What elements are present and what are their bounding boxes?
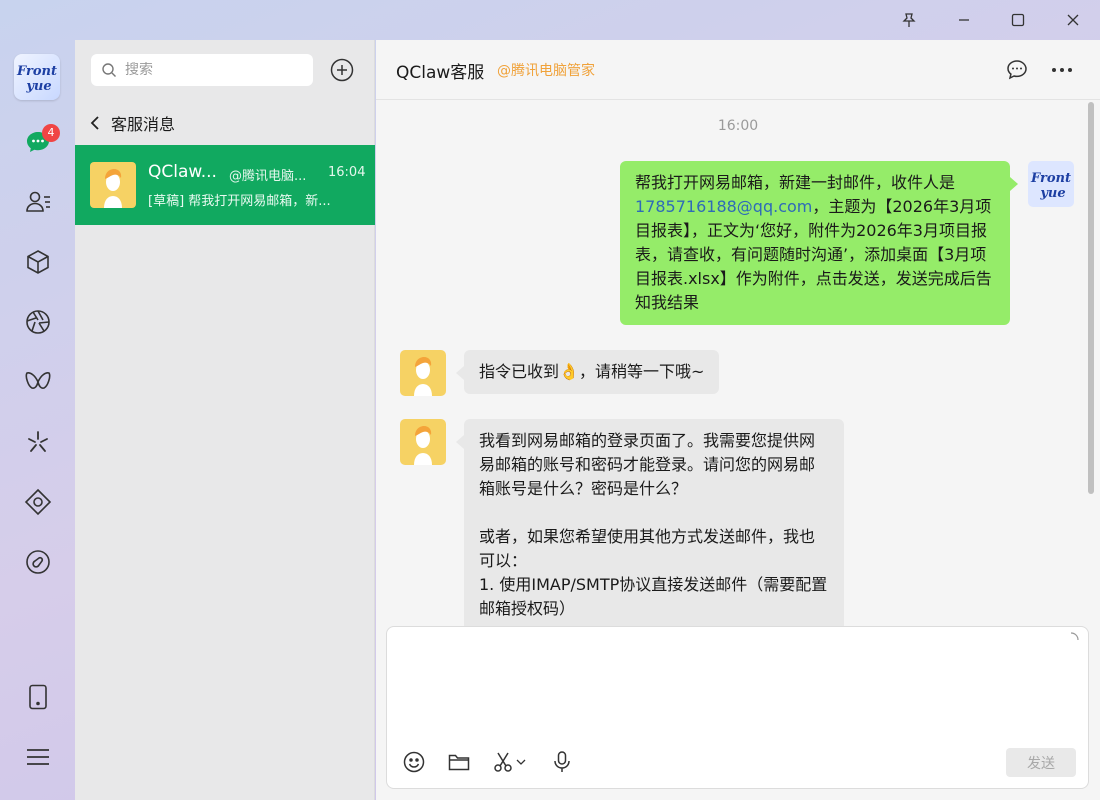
more-icon[interactable] (1048, 56, 1076, 84)
sparkle-icon[interactable] (18, 422, 58, 462)
message-bubble-incoming: 指令已收到👌，请稍等一下哦~ (464, 350, 720, 394)
message-text: 指令已收到 (479, 362, 560, 381)
message-timestamp: 16:00 (717, 118, 759, 134)
service-avatar[interactable] (400, 419, 446, 465)
conversation-time: 16:04 (328, 165, 366, 180)
chat-area: QClaw客服 @腾讯电脑管家 16:00 帮我打开网易邮箱，新建一封邮件，收件… (376, 40, 1100, 800)
search-box[interactable] (91, 54, 313, 86)
bubble-tail (456, 435, 464, 449)
scrollbar-thumb[interactable] (1088, 102, 1094, 494)
message-bubble-incoming: 我看到网易邮箱的登录页面了。我需要您提供网易邮箱的账号和密码才能登录。请问您的网… (464, 419, 844, 659)
message-text: ，请稍等一下哦~ (578, 362, 705, 381)
unread-badge: 4 (42, 124, 60, 142)
email-link[interactable]: 1785716188@qq.com (635, 197, 812, 216)
pin-icon[interactable] (894, 5, 924, 35)
minimize-icon[interactable] (949, 5, 979, 35)
contacts-icon[interactable] (18, 182, 58, 222)
microphone-icon[interactable] (547, 747, 577, 777)
send-button[interactable]: 发送 (1006, 748, 1076, 777)
aperture-icon[interactable] (18, 302, 58, 342)
chevron-down-icon[interactable] (513, 747, 529, 777)
message-paragraph: 我看到网易邮箱的登录页面了。我需要您提供网易邮箱的账号和密码才能登录。请问您的网… (479, 431, 816, 498)
conversation-avatar (90, 162, 136, 208)
message-composer: 发送 (386, 626, 1089, 789)
bubble-tail (456, 366, 464, 380)
ok-hand-emoji: 👌 (559, 362, 579, 381)
service-avatar[interactable] (400, 350, 446, 396)
left-rail: Front yue 4 (0, 40, 75, 800)
title-bar (0, 0, 1100, 40)
chat-title: QClaw客服 (396, 63, 485, 83)
resize-corner-icon (1070, 632, 1079, 641)
message-bubble-outgoing: 帮我打开网易邮箱，新建一封邮件，收件人是1785716188@qq.com，主题… (620, 161, 1010, 325)
chevron-left-icon (90, 116, 99, 130)
conversation-preview: [草稿] 帮我打开网易邮箱，新... (148, 194, 331, 209)
message-list-item: 1. 使用IMAP/SMTP协议直接发送邮件（需要配置邮箱授权码） (479, 575, 828, 618)
message-text: 帮我打开网易邮箱，新建一封邮件，收件人是 (635, 173, 956, 192)
search-input[interactable] (125, 62, 305, 78)
search-icon (102, 63, 116, 77)
bubble-tail (1010, 177, 1018, 191)
close-icon[interactable] (1058, 5, 1088, 35)
back-label: 客服消息 (111, 115, 176, 134)
chat-header: QClaw客服 @腾讯电脑管家 (376, 40, 1100, 100)
disc-icon[interactable] (18, 542, 58, 582)
conversation-item[interactable]: QClaw... @腾讯电脑... 16:04 [草稿] 帮我打开网易邮箱，新.… (75, 145, 375, 225)
profile-text-1: Front (16, 64, 57, 79)
butterfly-icon[interactable] (18, 362, 58, 402)
message-paragraph: 或者，如果您希望使用其他方式发送邮件，我也可以： (479, 527, 816, 570)
conversation-list-panel: 客服消息 QClaw... @腾讯电脑... 16:04 [草稿] 帮我打开网易… (75, 40, 375, 800)
menu-icon[interactable] (18, 737, 58, 777)
profile-text-2: yue (25, 79, 51, 94)
add-button[interactable] (329, 57, 355, 83)
emoji-icon[interactable] (399, 747, 429, 777)
plus-circle-icon (330, 58, 354, 82)
folder-icon[interactable] (444, 747, 474, 777)
conversation-org: @腾讯电脑... (229, 169, 307, 184)
phone-icon[interactable] (18, 677, 58, 717)
profile-avatar[interactable]: Front yue (14, 54, 60, 100)
conversation-name: QClaw... (148, 162, 217, 182)
back-to-service-messages[interactable]: 客服消息 (89, 110, 175, 136)
cube-icon[interactable] (18, 242, 58, 282)
chat-org: @腾讯电脑管家 (497, 63, 595, 79)
maximize-icon[interactable] (1003, 5, 1033, 35)
avatar-text-2: yue (1039, 186, 1065, 201)
avatar-text-1: Front (1030, 171, 1071, 186)
my-avatar[interactable]: Front yue (1028, 161, 1074, 207)
message-input[interactable] (399, 637, 1069, 737)
chat-bubble-icon[interactable] (1003, 56, 1031, 84)
diamond-icon[interactable] (18, 482, 58, 522)
